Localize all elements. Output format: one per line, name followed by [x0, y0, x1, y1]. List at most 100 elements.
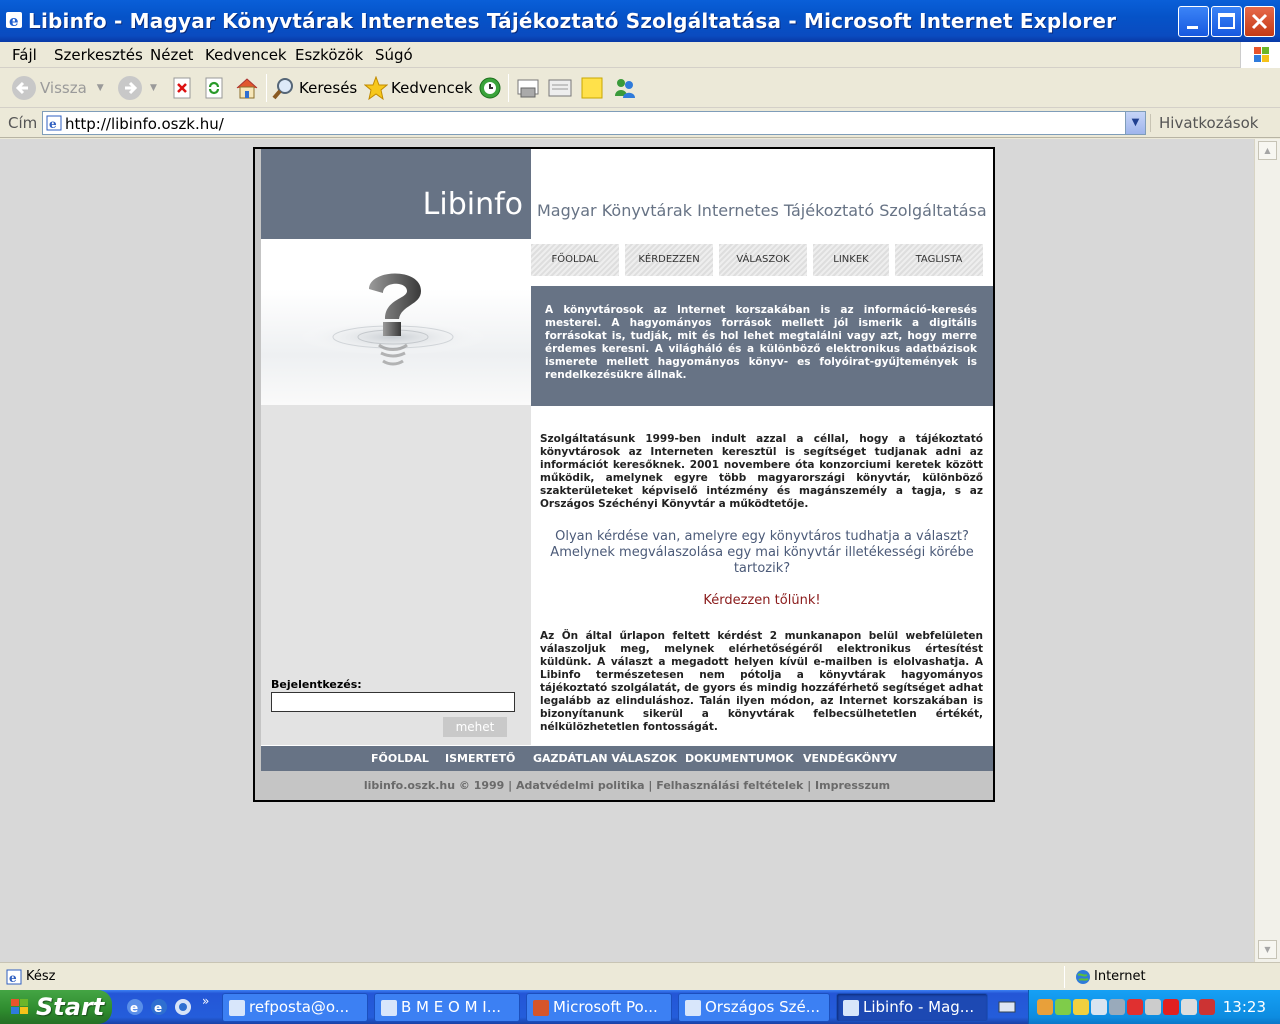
page-viewport: Libinfo Magyar Könyvtárak Internetes Táj…: [0, 139, 1254, 962]
quicklaunch-more-icon[interactable]: »: [202, 994, 209, 1008]
favorites-button[interactable]: Kedvencek: [364, 75, 473, 101]
browser-icon: [381, 1000, 397, 1016]
site-header-tagline: Magyar Könyvtárak Internetes Tájékoztató…: [531, 149, 993, 239]
login-input[interactable]: [271, 692, 515, 712]
history-button[interactable]: [478, 75, 502, 101]
mail-button[interactable]: [515, 75, 541, 101]
tray-icon-9[interactable]: [1181, 999, 1197, 1015]
nav-members[interactable]: TAGLISTA: [895, 244, 983, 276]
task-powerpoint[interactable]: Microsoft Po...: [526, 993, 672, 1022]
quicklaunch-messenger-icon[interactable]: [174, 998, 192, 1016]
question-mark-image: [261, 239, 531, 405]
taskbar: Start e e » refposta@o... B M E O M I...…: [0, 990, 1280, 1024]
maximize-icon: [1218, 13, 1235, 29]
tray-icon-1[interactable]: [1037, 999, 1053, 1015]
task-oszk[interactable]: Országos Szé...: [678, 993, 830, 1022]
status-bar: e Kész Internet: [0, 962, 1280, 990]
search-button[interactable]: Keresés: [272, 75, 357, 101]
tray-icon-10[interactable]: [1199, 999, 1215, 1015]
ie-icon: e: [6, 12, 22, 29]
address-dropdown-button[interactable]: ▼: [1125, 112, 1145, 134]
login-label: Bejelentkezés:: [271, 678, 362, 691]
mail-icon: [517, 79, 539, 98]
menu-edit[interactable]: Szerkesztés: [54, 46, 143, 64]
menu-tools[interactable]: Eszközök: [295, 46, 363, 64]
login-submit-button[interactable]: mehet: [443, 717, 507, 737]
back-arrow-icon: [12, 76, 36, 100]
title-bar: e Libinfo - Magyar Könyvtárak Internetes…: [0, 0, 1280, 42]
address-input[interactable]: e http://libinfo.oszk.hu/ ▼: [42, 111, 1146, 135]
nav-answers[interactable]: VÁLASZOK: [719, 244, 807, 276]
svg-text:e: e: [9, 971, 17, 985]
tray-icon-8[interactable]: [1163, 999, 1179, 1015]
address-bar: Cím e http://libinfo.oszk.hu/ ▼ Hivatkoz…: [0, 108, 1280, 138]
close-icon: [1251, 13, 1268, 30]
home-button[interactable]: [234, 75, 260, 101]
quicklaunch-desktop-icon[interactable]: e: [126, 998, 144, 1016]
vertical-scrollbar[interactable]: ▲ ▼: [1254, 139, 1280, 962]
favorites-label: Kedvencek: [391, 79, 473, 97]
login-panel: Bejelentkezés: mehet: [261, 405, 531, 745]
copyright-text[interactable]: libinfo.oszk.hu © 1999 | Adatvédelmi pol…: [261, 779, 993, 792]
start-button[interactable]: Start: [0, 990, 112, 1024]
task-libinfo[interactable]: Libinfo - Mag...: [836, 993, 988, 1022]
menu-favorites[interactable]: Kedvencek: [205, 46, 287, 64]
menu-file[interactable]: Fájl: [12, 46, 37, 64]
back-button[interactable]: Vissza ▼: [12, 75, 104, 101]
stop-icon: [173, 77, 191, 99]
close-window-button[interactable]: [1244, 6, 1275, 37]
stop-button[interactable]: [172, 75, 194, 101]
tray-icon-6[interactable]: [1127, 999, 1143, 1015]
footer-nav-home[interactable]: FŐOLDAL: [371, 752, 429, 765]
footer-nav-guestbook[interactable]: VENDÉGKÖNYV: [803, 752, 897, 765]
minimize-button[interactable]: [1178, 6, 1209, 37]
edit-button[interactable]: [580, 75, 604, 101]
task-refposta[interactable]: refposta@o...: [222, 993, 368, 1022]
question-prompt: Olyan kérdése van, amelyre egy könyvtáro…: [550, 529, 974, 576]
chevron-down-icon: ▼: [1264, 945, 1271, 954]
messenger-button[interactable]: [612, 75, 638, 101]
tray-icon-2[interactable]: [1055, 999, 1071, 1015]
windows-flag-icon: [11, 999, 28, 1014]
toolbar-separator: [266, 74, 267, 102]
refresh-button[interactable]: [204, 75, 226, 101]
links-toolbar-label[interactable]: Hivatkozások: [1150, 114, 1258, 132]
nav-home[interactable]: FŐOLDAL: [531, 244, 619, 276]
footer-nav-documents[interactable]: DOKUMENTUMOK: [685, 752, 794, 765]
home-icon: [236, 78, 258, 99]
tray-icon-4[interactable]: [1091, 999, 1107, 1015]
nav-links[interactable]: LINKEK: [813, 244, 889, 276]
ask-us-link[interactable]: Kérdezzen tőlünk!: [541, 593, 983, 608]
maximize-button[interactable]: [1211, 6, 1242, 37]
forward-button[interactable]: ▼: [118, 75, 157, 101]
nav-ask[interactable]: KÉRDEZZEN: [625, 244, 713, 276]
browser-icon: [843, 1000, 859, 1016]
start-label: Start: [36, 993, 105, 1021]
tray-icon-7[interactable]: [1145, 999, 1161, 1015]
powerpoint-icon: [533, 1000, 549, 1016]
scroll-down-button[interactable]: ▼: [1258, 940, 1277, 959]
window-title: Libinfo - Magyar Könyvtárak Internetes T…: [28, 9, 1117, 33]
minimize-icon: [1187, 26, 1198, 29]
chevron-down-icon: ▼: [96, 83, 104, 93]
task-bme-omikk[interactable]: B M E O M I...: [374, 993, 520, 1022]
print-button[interactable]: [547, 75, 573, 101]
footer-nav-about[interactable]: ISMERTETŐ: [445, 752, 515, 765]
clock: 13:23: [1222, 998, 1266, 1016]
footer-nav-orphan-answers[interactable]: GAZDÁTLAN VÁLASZOK: [533, 752, 677, 765]
address-url: http://libinfo.oszk.hu/: [65, 115, 224, 133]
site-brand[interactable]: Libinfo: [423, 187, 523, 222]
tray-icon-3[interactable]: [1073, 999, 1089, 1015]
search-icon: [272, 78, 293, 100]
intro-text: A könyvtárosok az Internet korszakában i…: [545, 304, 977, 381]
keyboard-icon[interactable]: [998, 1000, 1016, 1014]
scroll-up-button[interactable]: ▲: [1258, 141, 1277, 160]
status-divider: [1064, 966, 1065, 988]
forward-arrow-icon: [118, 76, 142, 100]
task-label: B M E O M I...: [401, 998, 502, 1016]
quicklaunch-ie-icon[interactable]: e: [150, 998, 168, 1016]
tray-icon-5[interactable]: [1109, 999, 1125, 1015]
menu-help[interactable]: Súgó: [375, 46, 413, 64]
menu-view[interactable]: Nézet: [150, 46, 193, 64]
libinfo-page: Libinfo Magyar Könyvtárak Internetes Táj…: [253, 147, 995, 802]
